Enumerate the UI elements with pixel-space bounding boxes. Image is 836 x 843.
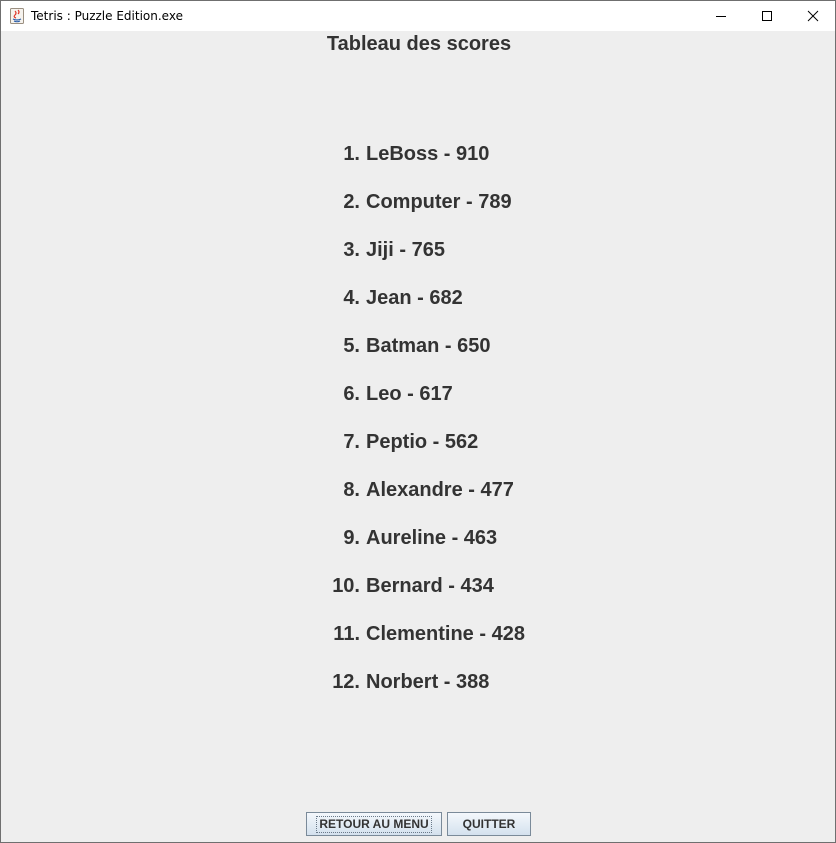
score-entry: Computer - 789: [366, 191, 512, 213]
score-rank: 9.: [343, 527, 360, 549]
java-icon: [10, 8, 24, 24]
score-rank: 1.: [343, 143, 360, 165]
score-rank: 2.: [343, 191, 360, 213]
score-entry: Bernard - 434: [366, 575, 494, 597]
score-entry: Norbert - 388: [366, 671, 490, 693]
list-item: 9. Aureline - 463: [1, 527, 835, 575]
back-to-menu-button[interactable]: RETOUR AU MENU: [306, 812, 442, 836]
score-entry: Jean - 682: [366, 287, 463, 309]
score-rank: 12.: [332, 671, 360, 693]
maximize-icon: [762, 11, 772, 21]
score-entry: Batman - 650: [366, 335, 491, 357]
list-item: 1. LeBoss - 910: [1, 143, 835, 191]
close-button[interactable]: [790, 1, 836, 31]
list-item: 8. Alexandre - 477: [1, 479, 835, 527]
score-entry: Aureline - 463: [366, 527, 498, 549]
title-bar[interactable]: Tetris : Puzzle Edition.exe: [1, 1, 835, 31]
minimize-icon: [716, 16, 726, 17]
list-item: 5. Batman - 650: [1, 335, 835, 383]
score-entry: Jiji - 765: [366, 239, 445, 261]
score-list: 1. LeBoss - 910 2. Computer - 789 3. Jij…: [1, 143, 835, 719]
list-item: 12. Norbert - 388: [1, 671, 835, 719]
list-item: 7. Peptio - 562: [1, 431, 835, 479]
score-rank: 10.: [332, 575, 360, 597]
score-entry: Alexandre - 477: [366, 479, 514, 501]
list-item: 10. Bernard - 434: [1, 575, 835, 623]
score-rank: 4.: [343, 287, 360, 309]
score-rank: 8.: [343, 479, 360, 501]
list-item: 11. Clementine - 428: [1, 623, 835, 671]
quit-button[interactable]: QUITTER: [447, 812, 531, 836]
scoreboard-panel: Tableau des scores 1. LeBoss - 910 2. Co…: [1, 31, 835, 842]
score-rank: 3.: [343, 239, 360, 261]
score-entry: LeBoss - 910: [366, 143, 490, 165]
score-entry: Peptio - 562: [366, 431, 479, 453]
list-item: 2. Computer - 789: [1, 191, 835, 239]
list-item: 4. Jean - 682: [1, 287, 835, 335]
back-to-menu-label: RETOUR AU MENU: [316, 815, 432, 833]
score-rank: 5.: [343, 335, 360, 357]
score-rank: 7.: [343, 431, 360, 453]
score-entry: Clementine - 428: [366, 623, 525, 645]
quit-label: QUITTER: [462, 817, 516, 831]
app-window: Tetris : Puzzle Edition.exe Tableau des …: [0, 0, 836, 843]
score-rank: 11.: [333, 623, 360, 645]
page-title: Tableau des scores: [326, 33, 512, 55]
score-rank: 6.: [343, 383, 360, 405]
close-icon: [807, 10, 819, 22]
maximize-button[interactable]: [744, 1, 790, 31]
window-title: Tetris : Puzzle Edition.exe: [31, 9, 183, 23]
list-item: 6. Leo - 617: [1, 383, 835, 431]
minimize-button[interactable]: [698, 1, 744, 31]
score-entry: Leo - 617: [366, 383, 453, 405]
list-item: 3. Jiji - 765: [1, 239, 835, 287]
